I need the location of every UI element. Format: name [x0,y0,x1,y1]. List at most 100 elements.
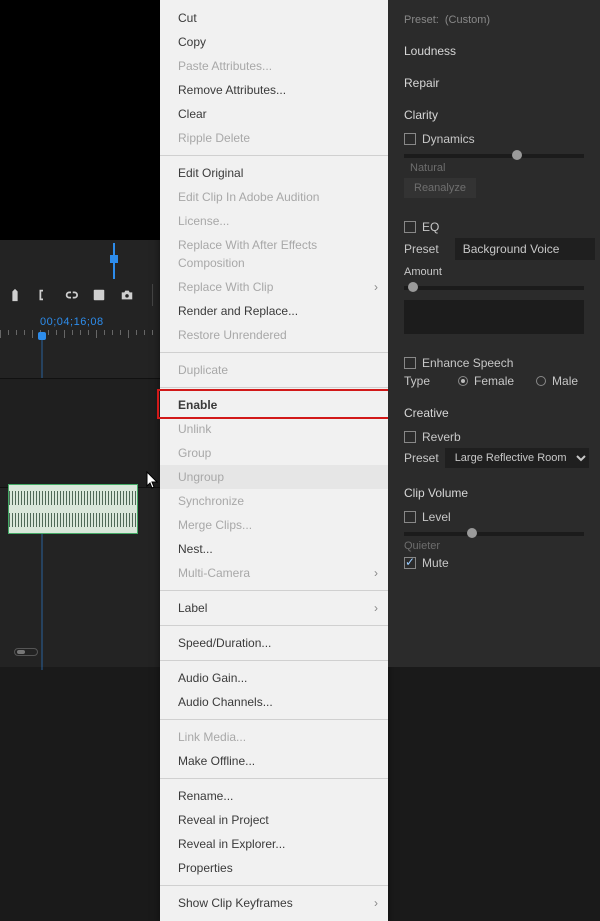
add-marker-icon[interactable] [8,288,22,302]
menu-item-ungroup: Ungroup [160,465,388,489]
essential-sound-panel: Preset: (Custom) Loudness Repair Clarity… [388,0,600,667]
reverb-checkbox[interactable] [404,431,416,443]
menu-item-unlink: Unlink [160,417,388,441]
menu-item-reveal-in-explorer[interactable]: Reveal in Explorer... [160,832,388,856]
waveform-icon [9,491,137,505]
eq-preset-row: Preset Background Voice [404,238,584,260]
eq-checkbox[interactable] [404,221,416,233]
settings-icon[interactable] [92,288,106,302]
dynamics-checkbox[interactable] [404,133,416,145]
menu-item-properties[interactable]: Properties [160,856,388,880]
mute-label: Mute [422,556,449,570]
menu-item-show-clip-keyframes[interactable]: Show Clip Keyframes [160,891,388,915]
clip-context-menu: CutCopyPaste Attributes...Remove Attribu… [160,0,388,921]
reanalyze-button[interactable]: Reanalyze [404,178,476,198]
menu-item-audio-gain[interactable]: Audio Gain... [160,666,388,690]
menu-item-render-and-replace[interactable]: Render and Replace... [160,299,388,323]
horizontal-scrollbar[interactable] [14,648,38,656]
playhead[interactable] [38,332,46,340]
level-slider[interactable] [404,532,584,536]
menu-item-nest[interactable]: Nest... [160,537,388,561]
clip-volume-section[interactable]: Clip Volume [404,486,584,500]
mute-row: Mute [404,556,584,570]
menu-separator [160,155,388,156]
eq-amount-slider[interactable] [404,286,584,290]
playhead-marker-top[interactable] [113,243,115,279]
amount-label: Amount [404,266,584,278]
menu-separator [160,387,388,388]
preset-value[interactable]: (Custom) [445,14,490,26]
menu-item-remove-attributes[interactable]: Remove Attributes... [160,78,388,102]
program-monitor [0,0,160,240]
dynamics-natural-label: Natural [410,162,584,174]
menu-item-replace-with-clip: Replace With Clip [160,275,388,299]
menu-item-clear[interactable]: Clear [160,102,388,126]
repair-section[interactable]: Repair [404,76,584,90]
menu-item-merge-clips: Merge Clips... [160,513,388,537]
menu-item-cut[interactable]: Cut [160,6,388,30]
enhance-speech-row: Enhance Speech [404,356,584,370]
loudness-section[interactable]: Loudness [404,44,584,58]
enhance-speech-label: Enhance Speech [422,356,513,370]
menu-item-label[interactable]: Label [160,596,388,620]
menu-item-license: License... [160,209,388,233]
menu-separator [160,590,388,591]
menu-item-edit-original[interactable]: Edit Original [160,161,388,185]
creative-section[interactable]: Creative [404,406,584,420]
menu-item-reveal-in-project[interactable]: Reveal in Project [160,808,388,832]
level-row: Level [404,510,584,524]
mute-checkbox[interactable] [404,557,416,569]
menu-separator [160,885,388,886]
menu-item-group: Group [160,441,388,465]
dynamics-row: Dynamics [404,132,584,146]
preset-label: Preset [404,451,439,465]
male-radio[interactable] [536,376,546,386]
eq-preset-value[interactable]: Background Voice [455,238,595,260]
bracket-in-icon[interactable] [36,288,50,302]
menu-item-speed-duration[interactable]: Speed/Duration... [160,631,388,655]
menu-item-synchronize: Synchronize [160,489,388,513]
menu-item-restore-unrendered: Restore Unrendered [160,323,388,347]
type-label: Type [404,374,430,388]
menu-separator [160,625,388,626]
reverb-preset-select[interactable]: Large Reflective Room [445,448,589,468]
menu-item-ripple-delete: Ripple Delete [160,126,388,150]
eq-graph[interactable] [404,300,584,334]
clarity-section[interactable]: Clarity [404,108,584,122]
menu-item-copy[interactable]: Copy [160,30,388,54]
menu-separator [160,778,388,779]
timeline-toolbar [8,284,157,306]
camera-icon[interactable] [120,288,134,302]
reverb-row: Reverb [404,430,584,444]
menu-item-make-offline[interactable]: Make Offline... [160,749,388,773]
male-label: Male [552,374,578,388]
menu-item-edit-clip-in-adobe-audition: Edit Clip In Adobe Audition [160,185,388,209]
preset-row: Preset: (Custom) [404,14,584,26]
dynamics-slider[interactable] [404,154,584,158]
eq-row: EQ [404,220,584,234]
menu-item-rename[interactable]: Rename... [160,784,388,808]
timeline-ruler[interactable] [0,330,160,342]
menu-item-audio-channels[interactable]: Audio Channels... [160,690,388,714]
video-track-area[interactable] [0,378,160,488]
level-checkbox[interactable] [404,511,416,523]
menu-separator [160,352,388,353]
speech-type-row: Type Female Male [404,374,584,388]
menu-separator [160,660,388,661]
toolbar-divider [152,284,153,306]
enhance-speech-checkbox[interactable] [404,357,416,369]
reverb-label: Reverb [422,430,461,444]
menu-item-duplicate: Duplicate [160,358,388,382]
menu-item-replace-with-after-effects-composition: Replace With After Effects Composition [160,233,388,275]
menu-item-enable[interactable]: Enable [160,393,388,417]
audio-clip[interactable] [8,484,138,534]
timecode-display[interactable]: 00;04;16;08 [40,316,104,328]
female-label: Female [474,374,514,388]
dynamics-label: Dynamics [422,132,475,146]
preset-label: Preset [404,242,439,256]
link-icon[interactable] [64,288,78,302]
eq-label: EQ [422,220,439,234]
level-label: Level [422,510,451,524]
female-radio[interactable] [458,376,468,386]
menu-separator [160,719,388,720]
